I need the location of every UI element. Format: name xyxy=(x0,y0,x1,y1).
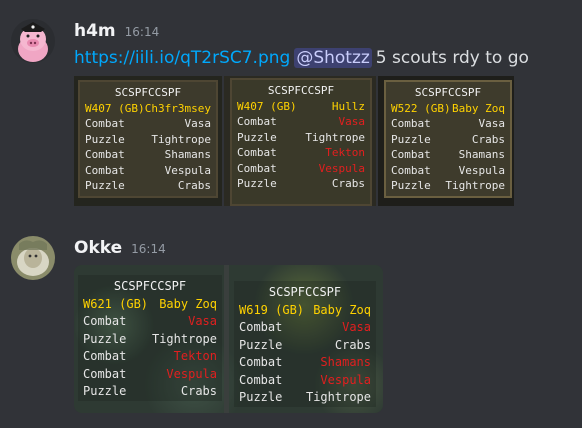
room-name: Vespula xyxy=(164,163,211,177)
room-name: Tekton xyxy=(173,349,217,363)
panel-header: SCSPFCCSPF xyxy=(414,86,482,99)
room-name: Vespula xyxy=(458,163,505,177)
room-name: Vasa xyxy=(184,117,212,130)
world-name: Baby Zoq xyxy=(159,296,217,311)
room-type: Combat xyxy=(83,366,127,381)
world-name: Hullz xyxy=(331,99,365,113)
room-type: Combat xyxy=(391,148,431,161)
panel-header: SCSPFCCSPF xyxy=(114,86,182,99)
room-type: Combat xyxy=(83,349,127,363)
room-name: Shamans xyxy=(164,148,211,161)
world-label: W522 (GB) xyxy=(391,101,451,115)
room-type: Combat xyxy=(391,117,431,130)
room-name: Tightrope xyxy=(445,179,505,192)
room-type: Combat xyxy=(237,146,277,159)
room-type: Puzzle xyxy=(237,130,277,144)
room-type: Combat xyxy=(391,163,431,177)
room-type: Combat xyxy=(83,314,127,328)
room-type: Combat xyxy=(85,117,125,130)
room-name: Vespula xyxy=(320,372,371,387)
panel-header: SCSPFCCSPF xyxy=(267,84,335,97)
world-name: Ch3fr3msey xyxy=(144,101,211,115)
world-label: W619 (GB) xyxy=(239,302,305,317)
scout-panel: SCSPFCCSPF W407 (GB) Ch3fr3msey Combat Vas… xyxy=(78,80,218,198)
message-text: 5 scouts rdy to go xyxy=(375,48,529,68)
panel-header: SCSPFCCSPF xyxy=(113,279,187,293)
room-name: Shamans xyxy=(458,148,505,161)
pig-avatar-icon[interactable] xyxy=(11,19,55,63)
room-type: Puzzle xyxy=(83,384,127,398)
image-attachment[interactable]: SCSPFCCSPF W621 (GB) Baby Zoq Combat Vasa … xyxy=(74,265,383,413)
timestamp: 16:14 xyxy=(131,242,166,256)
room-type: Combat xyxy=(85,148,125,161)
room-type: Puzzle xyxy=(237,177,277,190)
timestamp: 16:14 xyxy=(124,25,160,39)
room-type: Puzzle xyxy=(391,132,431,146)
world-label: W407 (GB) xyxy=(237,99,297,113)
room-type: Puzzle xyxy=(239,337,283,352)
image-attachment[interactable]: SCSPFCCSPF W407 (GB) Ch3fr3msey Combat Vas… xyxy=(74,76,222,206)
room-type: Combat xyxy=(237,161,277,175)
room-name: Crabs xyxy=(180,384,217,398)
room-type: Puzzle xyxy=(391,179,431,192)
room-name: Vasa xyxy=(342,320,371,334)
sheep-avatar-icon[interactable] xyxy=(11,236,55,280)
world-label: W407 (GB) xyxy=(85,101,145,115)
room-type: Combat xyxy=(85,163,125,177)
user-mention[interactable]: @Shotzz xyxy=(294,48,372,68)
room-name: Shamans xyxy=(320,355,371,369)
author-name[interactable]: h4m xyxy=(74,21,116,41)
room-name: Vespula xyxy=(318,161,365,175)
room-name: Vasa xyxy=(338,115,366,128)
scout-panel: SCSPFCCSPF W619 (GB) Baby Zoq Combat Vasa … xyxy=(234,281,376,407)
panel-header: SCSPFCCSPF xyxy=(268,285,342,299)
world-name: Baby Zoq xyxy=(452,101,505,115)
scout-panel: SCSPFCCSPF W522 (GB) Baby Zoq Combat Vasa … xyxy=(384,80,512,198)
room-name: Vasa xyxy=(478,117,506,130)
room-name: Crabs xyxy=(331,177,365,190)
room-type: Puzzle xyxy=(239,390,283,404)
room-name: Tightrope xyxy=(151,331,217,346)
room-type: Combat xyxy=(239,355,283,369)
room-name: Crabs xyxy=(334,337,371,352)
room-name: Tightrope xyxy=(151,132,211,146)
room-type: Puzzle xyxy=(85,179,125,192)
world-label: W621 (GB) xyxy=(83,296,149,311)
image-attachment[interactable]: SCSPFCCSPF W522 (GB) Baby Zoq Combat Vasa … xyxy=(378,76,514,206)
room-type: Puzzle xyxy=(83,331,127,346)
image-attachment[interactable]: SCSPFCCSPF W407 (GB) Hullz Combat Vasa Puz… xyxy=(224,76,376,206)
room-name: Tightrope xyxy=(305,130,365,144)
scout-panel: SCSPFCCSPF W621 (GB) Baby Zoq Combat Vasa … xyxy=(78,275,222,401)
room-name: Crabs xyxy=(177,179,211,192)
room-type: Combat xyxy=(239,320,283,334)
author-name[interactable]: Okke xyxy=(74,238,122,258)
divider xyxy=(224,265,229,413)
image-link[interactable]: https://iili.io/qT2rSC7.png xyxy=(74,48,290,68)
room-type: Combat xyxy=(237,115,277,128)
room-type: Combat xyxy=(239,372,283,387)
room-name: Crabs xyxy=(471,132,505,146)
room-name: Tekton xyxy=(325,146,365,159)
scout-panel: SCSPFCCSPF W407 (GB) Hullz Combat Vasa Puz… xyxy=(230,78,372,206)
room-name: Tightrope xyxy=(305,390,371,404)
room-name: Vespula xyxy=(166,366,217,381)
room-name: Vasa xyxy=(188,314,217,328)
room-type: Puzzle xyxy=(85,132,125,146)
world-name: Baby Zoq xyxy=(313,302,371,317)
